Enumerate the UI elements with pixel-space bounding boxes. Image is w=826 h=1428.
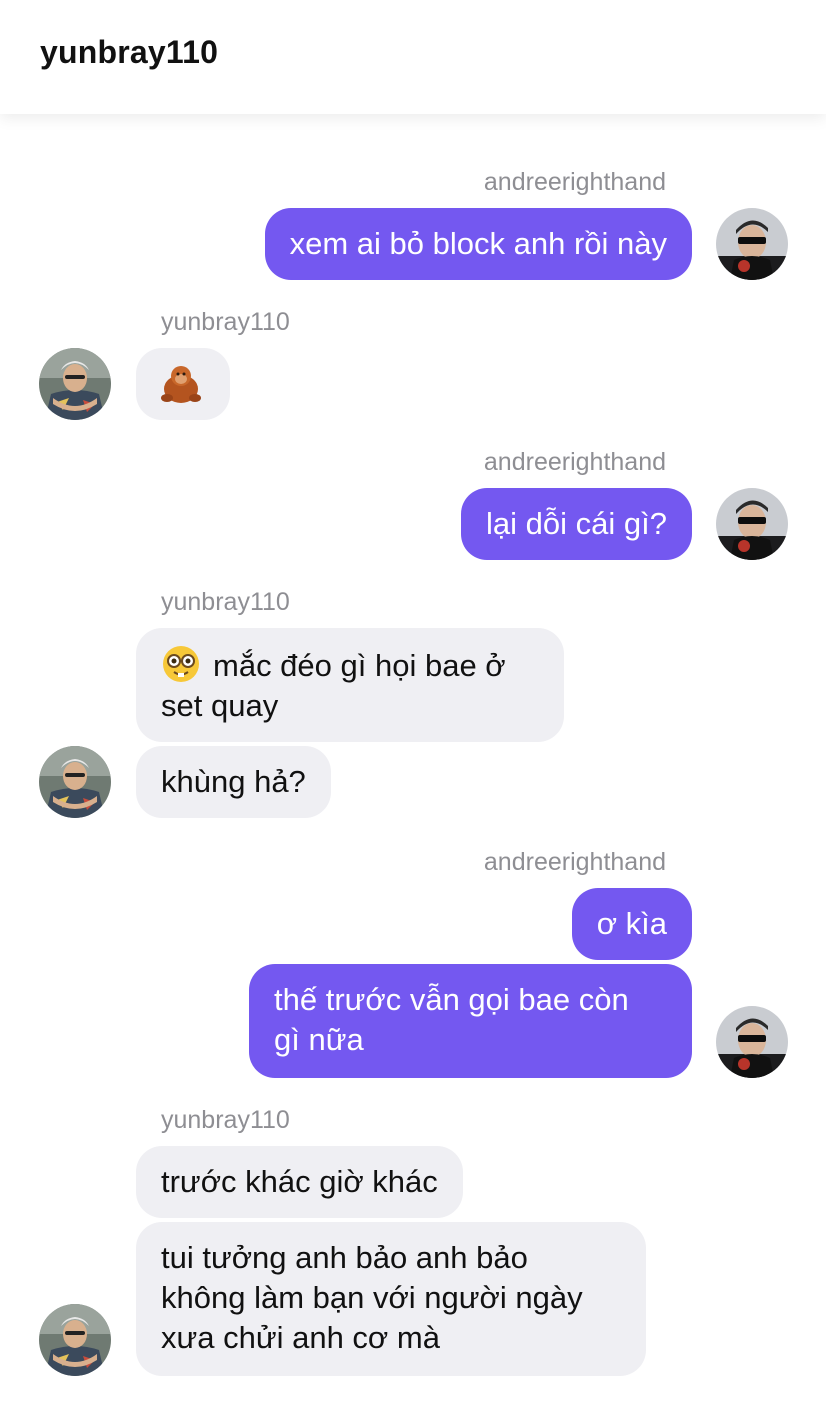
avatar[interactable] — [39, 348, 111, 420]
message-bubble-outgoing[interactable]: lại dỗi cái gì? — [461, 488, 692, 560]
sender-label: yunbray110 — [161, 1106, 290, 1134]
avatar[interactable] — [716, 208, 788, 280]
message-bubble-incoming[interactable]: mắc đéo gì họi bae ở set quay — [136, 628, 564, 742]
message-text-line: xưa chửi anh cơ mà — [161, 1320, 440, 1355]
message-text-line: thế trước vẫn gọi bae còn — [274, 982, 629, 1017]
message-text-line: gì nữa — [274, 1022, 364, 1057]
message-bubble-incoming[interactable]: trước khác giờ khác — [136, 1146, 463, 1218]
sender-label: andreerighthand — [483, 168, 666, 196]
orangutan-icon — [158, 366, 204, 413]
avatar[interactable] — [716, 1006, 788, 1078]
message-bubble-outgoing[interactable]: ơ kìa — [571, 888, 692, 960]
sender-label: yunbray110 — [161, 308, 290, 336]
nerd-face-icon — [161, 644, 201, 684]
message-bubble-incoming[interactable]: khùng hả? — [136, 746, 331, 818]
sender-label: andreerighthand — [483, 848, 666, 876]
avatar[interactable] — [39, 1304, 111, 1376]
message-text-line: set quay — [161, 688, 279, 723]
message-bubble-incoming[interactable]: tui tưởng anh bảo anh bảo không làm bạn … — [136, 1222, 646, 1376]
message-bubble-outgoing[interactable]: xem ai bỏ block anh rồi này — [264, 208, 692, 280]
chat-title: yunbray110 — [40, 34, 219, 70]
message-text-line: không làm bạn với người ngày — [161, 1280, 583, 1315]
avatar[interactable] — [39, 746, 111, 818]
chat-header: yunbray110 — [0, 0, 826, 114]
message-text-line: tui tưởng anh bảo anh bảo — [161, 1240, 528, 1275]
message-bubble-incoming[interactable] — [136, 348, 230, 420]
avatar[interactable] — [716, 488, 788, 560]
sender-label: yunbray110 — [161, 588, 290, 616]
message-bubble-outgoing[interactable]: thế trước vẫn gọi bae còn gì nữa — [249, 964, 692, 1078]
sender-label: andreerighthand — [483, 448, 666, 476]
message-text-line: mắc đéo gì họi bae ở — [213, 648, 506, 683]
